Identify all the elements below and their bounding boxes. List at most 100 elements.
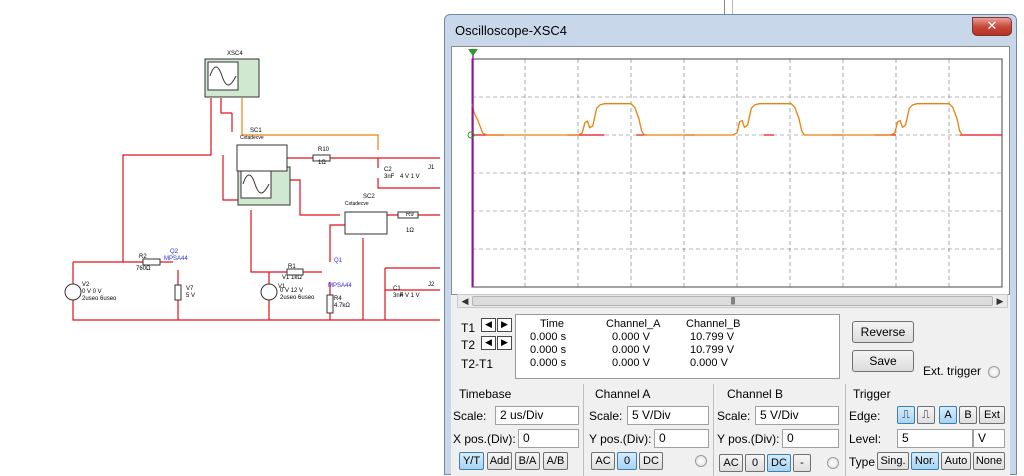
channel-a-ypos-label: Y pos.(Div): <box>589 432 652 446</box>
svg-text:C2: C2 <box>384 167 392 173</box>
t1-label: T1 <box>461 321 476 335</box>
svg-text:V2: V2 <box>82 282 90 288</box>
trigger-level-input[interactable]: 5 <box>897 429 973 448</box>
reverse-button[interactable]: Reverse <box>852 321 914 343</box>
trigger-level-unit[interactable]: V <box>973 429 1005 448</box>
xpos-input[interactable]: 0 <box>518 429 579 448</box>
arrow-right-icon: ▶ <box>501 320 508 330</box>
scope-display[interactable] <box>451 46 1010 295</box>
svg-text:V7: V7 <box>186 286 194 292</box>
channel-b-scale-label: Scale: <box>717 409 751 423</box>
title-bar[interactable]: Oscilloscope-XSC4 ✕ <box>445 15 1016 45</box>
trigger-source-ext-button[interactable]: Ext <box>979 406 1005 424</box>
channel-b-ac-button[interactable]: AC <box>719 454 743 472</box>
circuit-schematic: XSC4 XSC1 SC1 Cxtadecve SC2 Cxtadecve R1… <box>64 51 440 321</box>
save-button[interactable]: Save <box>852 350 914 372</box>
mode-ab-button[interactable]: A/B <box>543 452 568 470</box>
svg-text:2useo 6useo: 2useo 6useo <box>280 295 315 301</box>
svg-text:4 V 1 V: 4 V 1 V <box>400 174 420 180</box>
svg-text:Q2: Q2 <box>170 249 179 255</box>
mode-yt-button[interactable]: Y/T <box>459 452 484 470</box>
horizontal-scrollbar[interactable]: ◀ |||| ▶ <box>457 294 1008 308</box>
channel-b-dc-button[interactable]: DC <box>767 454 791 472</box>
scope-screen[interactable] <box>452 47 1009 294</box>
t2t1-label: T2-T1 <box>461 357 494 371</box>
svg-text:3nF: 3nF <box>384 174 395 180</box>
channel-a-zero-button[interactable]: 0 <box>617 452 637 470</box>
channel-b-ypos-input[interactable]: 0 <box>782 429 839 448</box>
xpos-label: X pos.(Div): <box>453 432 516 446</box>
svg-text:4.7kΩ: 4.7kΩ <box>334 303 350 309</box>
header-time: Time <box>540 318 565 330</box>
svg-text:Cxtadecve: Cxtadecve <box>345 201 369 207</box>
channel-b-connector[interactable] <box>827 457 839 469</box>
trigger-single-button[interactable]: Sing. <box>877 452 909 470</box>
channel-a-title: Channel A <box>595 387 651 401</box>
svg-text:R4: R4 <box>334 296 342 302</box>
trigger-normal-button[interactable]: Nor. <box>911 452 939 470</box>
svg-text:R9: R9 <box>406 212 414 218</box>
t1-right-button[interactable]: ▶ <box>497 318 512 332</box>
scroll-left-icon[interactable]: ◀ <box>458 295 472 307</box>
t2-label: T2 <box>461 338 476 352</box>
svg-text:R10: R10 <box>318 147 330 153</box>
trigger-title: Trigger <box>853 387 891 401</box>
header-channel-a: Channel_A <box>606 318 661 330</box>
svg-text:J1: J1 <box>428 165 435 171</box>
scroll-right-icon[interactable]: ▶ <box>993 295 1007 307</box>
arrow-left-icon: ◀ <box>485 338 492 348</box>
svg-text:2useo 6useo: 2useo 6useo <box>82 296 117 302</box>
t1-channel-b: 10.799 V <box>690 331 735 343</box>
scope-client-area: ◀ |||| ▶ T1 T2 T2-T1 ◀ ▶ ◀ ▶ Time Channe… <box>451 46 1010 476</box>
control-panel: Timebase Scale: 2 us/Div X pos.(Div): 0 … <box>451 384 1010 476</box>
svg-text:C1: C1 <box>393 286 401 292</box>
channel-b-scale-input[interactable]: 5 V/Div <box>755 406 839 425</box>
ext-trigger-label: Ext. trigger <box>923 364 982 378</box>
t2-right-button[interactable]: ▶ <box>497 336 512 350</box>
svg-text:MPSA44: MPSA44 <box>328 283 352 289</box>
close-button[interactable]: ✕ <box>972 17 1012 36</box>
delta-channel-a: 0.000 V <box>612 357 650 369</box>
trigger-source-a-button[interactable]: A <box>939 406 957 424</box>
channel-a-dc-button[interactable]: DC <box>639 452 663 470</box>
header-channel-b: Channel_B <box>686 318 741 330</box>
arrow-right-icon: ▶ <box>501 338 508 348</box>
channel-b-ypos-label: Y pos.(Div): <box>717 432 780 446</box>
trigger-none-button[interactable]: None <box>973 452 1005 470</box>
channel-a-scale-input[interactable]: 5 V/Div <box>627 406 709 425</box>
timebase-scale-input[interactable]: 2 us/Div <box>495 406 579 425</box>
falling-edge-button[interactable]: ⎍ <box>917 406 935 424</box>
t2-left-button[interactable]: ◀ <box>481 336 496 350</box>
t1-time: 0.000 s <box>530 331 567 343</box>
svg-text:760Ω: 760Ω <box>136 266 151 272</box>
t2-channel-b: 10.799 V <box>690 344 735 356</box>
t1-left-button[interactable]: ◀ <box>481 318 496 332</box>
mode-ba-button[interactable]: B/A <box>515 452 540 470</box>
falling-edge-icon: ⎍ <box>922 409 930 421</box>
oscilloscope-window[interactable]: Oscilloscope-XSC4 ✕ ◀ |||| ▶ T1 T2 T2-T1… <box>444 14 1017 476</box>
channel-b-zero-button[interactable]: 0 <box>745 454 765 472</box>
channel-a-ac-button[interactable]: AC <box>591 452 615 470</box>
mode-add-button[interactable]: Add <box>487 452 512 470</box>
svg-text:V1 1kΩ: V1 1kΩ <box>282 275 302 281</box>
svg-text:MPSA44: MPSA44 <box>164 256 188 262</box>
delta-time: 0.000 s <box>530 357 567 369</box>
trigger-source-b-button[interactable]: B <box>959 406 977 424</box>
delta-channel-b: 0.000 V <box>690 357 728 369</box>
trigger-auto-button[interactable]: Auto <box>941 452 971 470</box>
cursor-handle-icon[interactable] <box>468 49 478 56</box>
svg-text:5 V: 5 V <box>186 293 195 299</box>
channel-b-minus-button[interactable]: - <box>793 454 811 472</box>
timebase-title: Timebase <box>459 387 512 401</box>
timebase-scale-label: Scale: <box>453 409 487 423</box>
svg-text:J2: J2 <box>428 282 435 288</box>
svg-text:XSC4: XSC4 <box>227 51 243 57</box>
svg-text:1Ω: 1Ω <box>406 228 414 234</box>
t2-channel-a: 0.000 V <box>612 344 650 356</box>
scroll-thumb[interactable]: |||| <box>472 296 993 306</box>
rising-edge-button[interactable]: ⎍ <box>897 406 915 424</box>
ext-trigger-connector[interactable] <box>988 366 1000 378</box>
channel-a-connector[interactable] <box>695 455 707 467</box>
t2-time: 0.000 s <box>530 344 567 356</box>
channel-a-ypos-input[interactable]: 0 <box>654 429 709 448</box>
